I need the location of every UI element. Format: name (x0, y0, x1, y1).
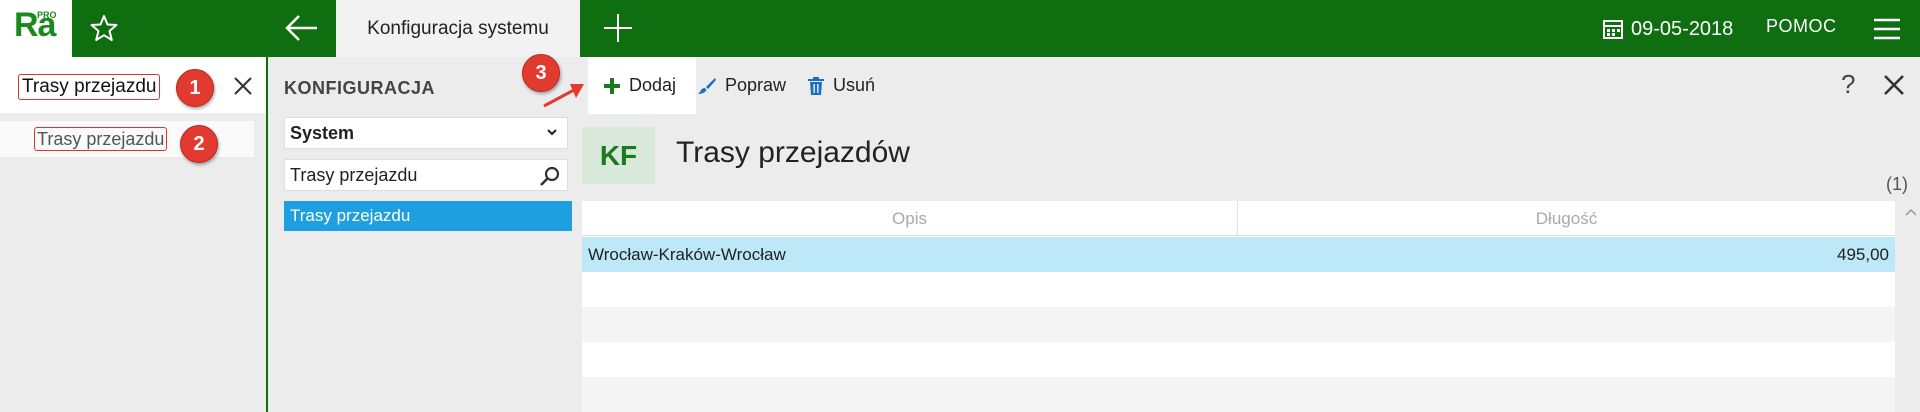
date-text: 09-05-2018 (1631, 17, 1734, 40)
scroll-up-icon[interactable] (1904, 206, 1918, 218)
close-icon[interactable] (232, 75, 254, 97)
column-header-opis[interactable]: Opis (582, 201, 1238, 236)
global-search-input[interactable]: Trasy przejazdu (18, 74, 161, 100)
new-tab-plus-icon[interactable] (600, 10, 636, 46)
table-row[interactable]: Wrocław-Kraków-Wrocław 495,00 (582, 237, 1895, 272)
chevron-down-icon (547, 129, 557, 136)
config-category-value: System (290, 122, 355, 143)
annotation-arrow-icon (543, 84, 584, 108)
grid-header: Opis Długość (582, 201, 1895, 236)
plus-icon (604, 77, 620, 94)
brush-icon (698, 77, 716, 94)
back-arrow-icon[interactable] (283, 12, 319, 44)
config-search-input[interactable]: Trasy przejazdu (284, 159, 568, 191)
add-button[interactable]: Dodaj (588, 57, 696, 114)
tab-konfiguracja-systemu[interactable]: Konfiguracja systemu (336, 0, 580, 57)
help-button[interactable]: ? (1841, 69, 1855, 100)
search-result-label: Trasy przejazdu (34, 127, 168, 151)
cell-opis: Wrocław-Kraków-Wrocław (588, 245, 786, 264)
left-search-panel: Trasy przejazdu Trasy przejazdu (0, 57, 268, 412)
menu-hamburger-icon[interactable] (1872, 16, 1902, 42)
delete-button[interactable]: Usuń (807, 57, 875, 114)
main-toolbar: Dodaj Popraw Usuń ? (579, 57, 1920, 114)
empty-row (582, 342, 1895, 377)
global-search-box[interactable]: Trasy przejazdu (0, 57, 266, 113)
annotation-badge-2: 2 (180, 125, 218, 163)
empty-row (582, 272, 1895, 307)
page-title: Trasy przejazdów (676, 136, 910, 169)
top-bar: Ra PRO Konfiguracja systemu 09-05-2018 P… (0, 0, 1920, 57)
config-panel: KONFIGURACJA System Trasy przejazdu Tras… (268, 57, 579, 412)
config-category-select[interactable]: System (284, 117, 568, 149)
config-panel-title: KONFIGURACJA (284, 78, 436, 98)
record-count: (1) (1886, 174, 1908, 194)
delete-button-label: Usuń (833, 75, 876, 95)
calendar-icon (1603, 20, 1623, 39)
module-badge: KF (582, 127, 655, 184)
edit-button[interactable]: Popraw (697, 57, 786, 114)
add-button-label: Dodaj (629, 75, 677, 95)
help-link[interactable]: POMOC (1766, 16, 1837, 37)
edit-button-label: Popraw (725, 75, 787, 95)
app-logo[interactable]: Ra PRO (0, 0, 72, 57)
data-grid: Opis Długość Wrocław-Kraków-Wrocław 495,… (582, 201, 1895, 412)
close-icon[interactable] (1882, 73, 1906, 97)
logo-sup: PRO (37, 10, 57, 20)
column-header-dlugosc[interactable]: Długość (1238, 201, 1895, 236)
empty-row (582, 377, 1895, 412)
config-item-trasy-przejazdu[interactable]: Trasy przejazdu (284, 201, 572, 231)
search-icon[interactable] (539, 165, 561, 187)
date-display[interactable]: 09-05-2018 (1603, 14, 1733, 44)
empty-row (582, 307, 1895, 342)
trash-icon (808, 76, 824, 95)
star-icon[interactable] (88, 12, 120, 44)
annotation-badge-1: 1 (176, 69, 214, 107)
cell-dlugosc: 495,00 (1837, 245, 1889, 264)
main-content: KF Trasy przejazdów (1) Opis Długość Wro… (579, 114, 1920, 412)
config-search-value: Trasy przejazdu (290, 164, 418, 185)
